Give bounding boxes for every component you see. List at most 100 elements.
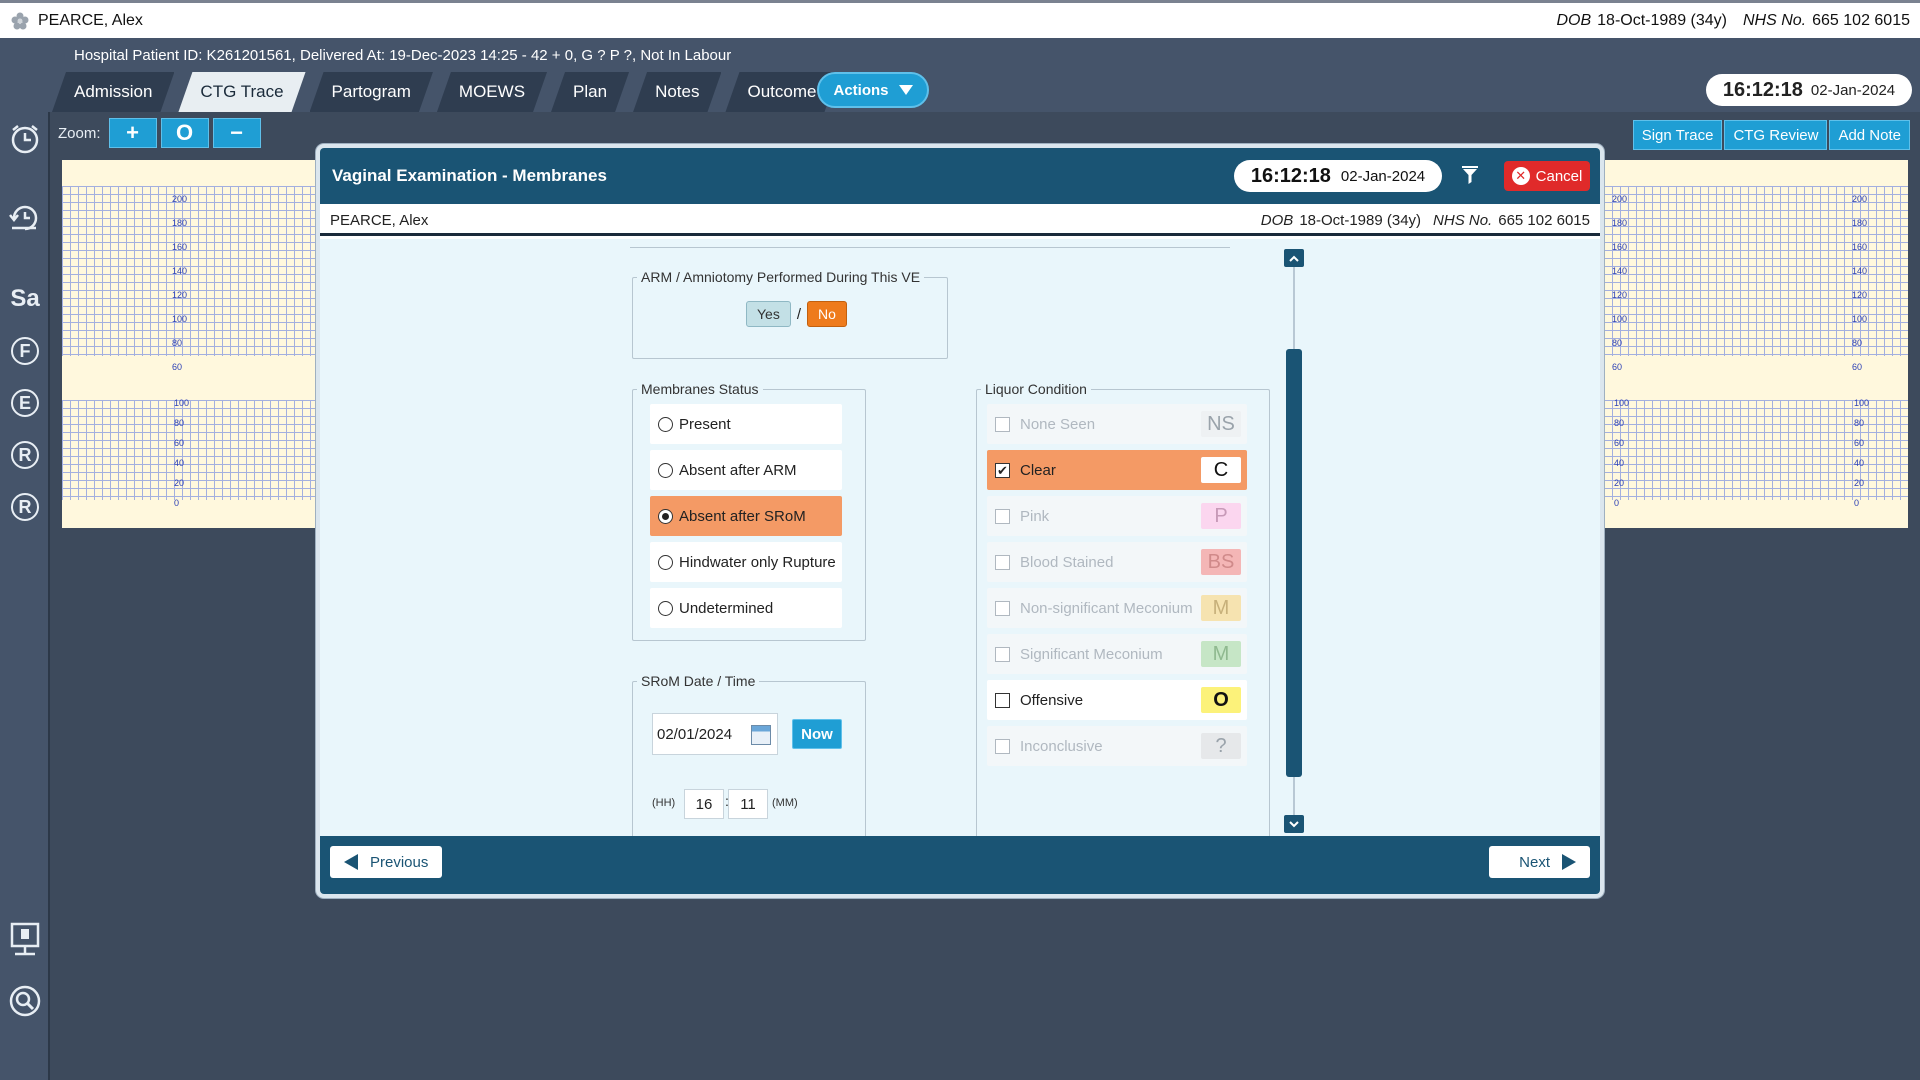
main-tabs: Admission CTG Trace Partogram MOEWS Plan Note… — [52, 72, 842, 112]
tab-ctg-trace[interactable]: CTG Trace — [178, 72, 305, 112]
now-button[interactable]: Now — [792, 719, 842, 749]
radio-empty-icon — [658, 600, 673, 616]
checkbox-checked-icon[interactable]: ✔ — [995, 462, 1010, 478]
ctg-tick-label: 40 — [1854, 458, 1865, 468]
ctg-tick-label: 200 — [1612, 194, 1628, 204]
dialog-clock[interactable]: 16:12:18 02-Jan-2024 — [1234, 160, 1442, 192]
radio-empty-icon — [658, 554, 673, 570]
dob-value: 18-Oct-1989 (34y) — [1597, 12, 1727, 29]
membranes-option-label: Undetermined — [679, 599, 774, 617]
membranes-option-absent-after-srom[interactable]: Absent after SRoM — [650, 496, 842, 536]
ctg-review-button[interactable]: CTG Review — [1724, 120, 1828, 150]
scroll-down-icon[interactable] — [1284, 815, 1304, 833]
tab-plan[interactable]: Plan — [551, 72, 629, 112]
previous-button[interactable]: Previous — [330, 846, 443, 878]
liquor-option-offensive[interactable]: Offensive O — [987, 680, 1247, 720]
mm-label: (MM) — [772, 797, 798, 809]
dialog-clock-time: 16:12:18 — [1250, 164, 1331, 187]
membranes-dialog: Vaginal Examination - Membranes 16:12:18… — [316, 144, 1604, 898]
liquor-option-label: None Seen — [1020, 415, 1096, 433]
chevron-down-icon — [898, 85, 913, 95]
ctg-tick-label: 80 — [172, 338, 183, 348]
ctg-tick-label: 140 — [172, 266, 188, 276]
dialog-title: Vaginal Examination - Membranes — [332, 166, 607, 185]
membranes-option-label: Hindwater only Rupture — [679, 553, 836, 571]
ctg-tick-label: 20 — [174, 478, 185, 488]
srom-date-input[interactable]: 02/01/2024 — [652, 713, 778, 755]
liquor-option-none-seen: None Seen NS — [987, 404, 1247, 444]
ctg-tick-label: 120 — [1852, 290, 1868, 300]
tab-admission[interactable]: Admission — [52, 72, 174, 112]
sidebar-item-r2[interactable]: R — [11, 493, 39, 521]
dialog-patient-name: PEARCE, Alex — [330, 212, 429, 229]
sign-trace-button[interactable]: Sign Trace — [1632, 120, 1723, 150]
membranes-option-absent-after-arm[interactable]: Absent after ARM — [650, 450, 842, 490]
add-note-button[interactable]: Add Note — [1829, 120, 1910, 150]
tab-notes[interactable]: Notes — [633, 72, 721, 112]
ctg-tick-label: 80 — [1612, 338, 1623, 348]
ctg-tick-label: 160 — [1852, 242, 1868, 252]
ctg-tick-label: 100 — [174, 398, 190, 408]
zoom-reset-button[interactable]: O — [160, 118, 209, 148]
dialog-dob-label: DOB — [1260, 212, 1294, 229]
zoom-out-button[interactable]: − — [212, 118, 261, 148]
dialog-dob-value: 18-Oct-1989 (34y) — [1299, 212, 1422, 229]
filter-icon[interactable] — [1462, 166, 1478, 184]
ctg-tick-label: 20 — [1614, 478, 1625, 488]
membranes-status-legend: Membranes Status — [641, 381, 759, 397]
liquor-code-badge: M — [1201, 595, 1241, 621]
arm-no-button[interactable]: No — [807, 301, 847, 327]
srom-hour-input[interactable]: 16 — [684, 789, 724, 819]
scroll-up-icon[interactable] — [1284, 249, 1304, 267]
sidebar-item-e[interactable]: E — [11, 389, 39, 417]
liquor-option-label: Offensive — [1020, 691, 1084, 709]
flower-logo-icon — [11, 12, 29, 29]
ctg-tick-label: 100 — [1852, 314, 1868, 324]
search-icon[interactable] — [6, 982, 44, 1020]
liquor-code-badge: P — [1201, 503, 1241, 529]
fhr-grid-left — [62, 186, 316, 356]
liquor-code-badge: M — [1201, 641, 1241, 667]
header: Hospital Patient ID: K261201561, Deliver… — [0, 38, 1920, 112]
history-clock-icon[interactable] — [6, 198, 44, 236]
liquor-option-clear[interactable]: ✔ Clear C — [987, 450, 1247, 490]
liquor-code-badge: ? — [1201, 733, 1241, 759]
tab-partogram[interactable]: Partogram — [310, 72, 433, 112]
ctg-tick-label: 60 — [1852, 362, 1863, 372]
sidebar-item-r1[interactable]: R — [11, 441, 39, 469]
alarm-clock-icon[interactable] — [6, 120, 44, 158]
calendar-icon[interactable] — [751, 725, 771, 745]
checkbox-empty-icon[interactable] — [995, 692, 1010, 708]
checkbox-empty-icon — [995, 554, 1010, 570]
zoom-in-button[interactable]: + — [108, 118, 157, 148]
radio-empty-icon — [658, 462, 673, 478]
sidebar-item-f[interactable]: F — [11, 337, 39, 365]
membranes-option-undetermined[interactable]: Undetermined — [650, 588, 842, 628]
cancel-button[interactable]: ✕ Cancel — [1504, 161, 1590, 191]
dialog-scrollbar[interactable] — [1284, 249, 1304, 834]
actions-button[interactable]: Actions — [817, 72, 929, 108]
sidebar-item-sa[interactable]: Sa — [6, 280, 44, 318]
next-button[interactable]: Next — [1489, 846, 1590, 878]
arrow-right-icon — [1562, 854, 1576, 870]
arm-yes-button[interactable]: Yes — [746, 301, 791, 327]
liquor-option-label: Significant Meconium — [1020, 645, 1163, 663]
ctg-tick-label: 100 — [1854, 398, 1870, 408]
hospital-info: Hospital Patient ID: K261201561, Deliver… — [74, 47, 732, 64]
srom-minute-input[interactable]: 11 — [728, 789, 768, 819]
membranes-option-hindwater-only-rupture[interactable]: Hindwater only Rupture — [650, 542, 842, 582]
liquor-code-badge: BS — [1201, 549, 1241, 575]
ctg-tick-label: 100 — [1614, 398, 1630, 408]
presentation-icon[interactable] — [6, 920, 44, 958]
ctg-tick-label: 200 — [172, 194, 188, 204]
ctg-tick-label: 100 — [172, 314, 188, 324]
membranes-option-present[interactable]: Present — [650, 404, 842, 444]
ctg-tick-label: 120 — [172, 290, 188, 300]
patient-name: PEARCE, Alex — [38, 11, 143, 29]
tab-moews[interactable]: MOEWS — [437, 72, 547, 112]
scroll-thumb[interactable] — [1286, 349, 1302, 777]
checkbox-empty-icon — [995, 738, 1010, 754]
ctg-trace-left — [62, 160, 316, 528]
clock-date: 02-Jan-2024 — [1810, 81, 1896, 99]
clock-time: 16:12:18 — [1722, 78, 1803, 101]
